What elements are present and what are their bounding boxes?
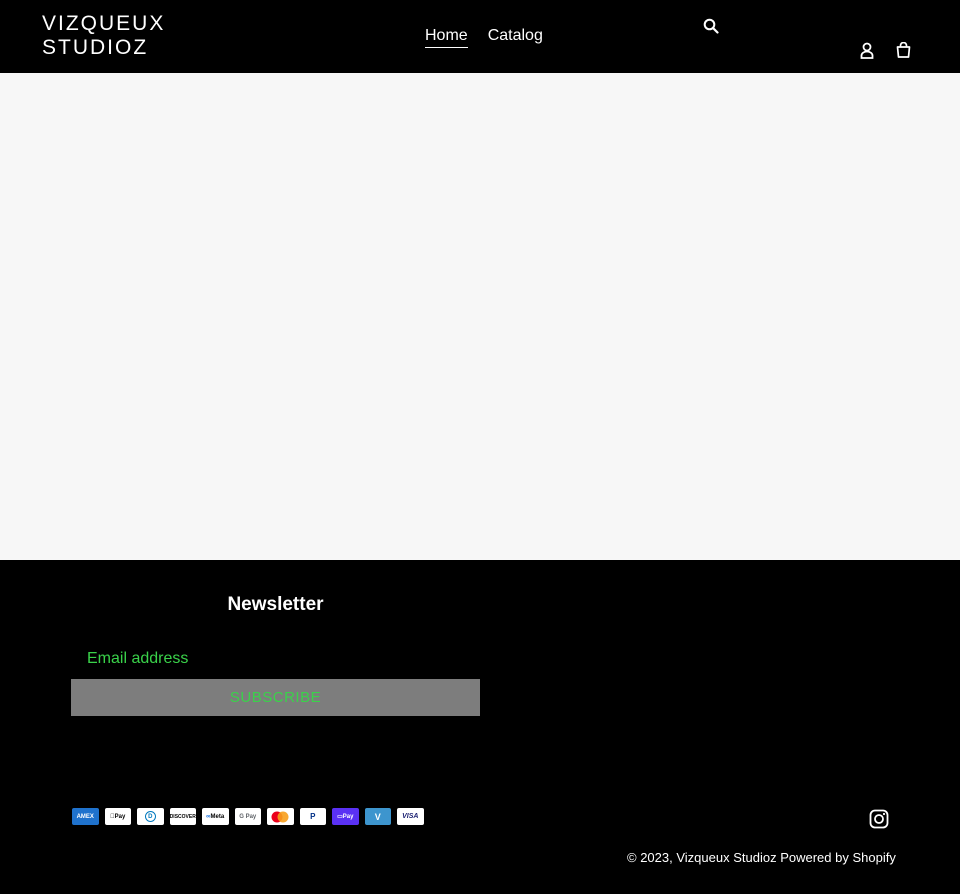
- logo-line-1: VIZQUEUX: [42, 12, 166, 35]
- cart-icon: [896, 42, 910, 58]
- visa-icon: VISA: [397, 808, 424, 825]
- user-icon: [860, 42, 874, 59]
- subscribe-button[interactable]: SUBSCRIBE: [71, 679, 480, 716]
- copyright-prefix: © 2023,: [627, 850, 673, 865]
- diners-club-icon: D: [137, 808, 164, 825]
- apple-pay-icon: Pay: [104, 808, 131, 825]
- nav-home-link[interactable]: Home: [425, 26, 468, 48]
- shop-pay-icon: ▭ Pay: [332, 808, 359, 825]
- meta-pay-icon: ∞ Meta: [202, 808, 229, 825]
- cart-button[interactable]: [893, 40, 913, 60]
- google-pay-icon: G Pay: [234, 808, 261, 825]
- instagram-icon: [869, 809, 889, 829]
- payment-icons: AMEX Pay D DISCOVER ∞Meta G Pay P ▭Pay …: [72, 808, 424, 825]
- powered-by-link[interactable]: Powered by Shopify: [780, 850, 896, 865]
- site-footer: Newsletter SUBSCRIBE AMEX Pay D DISCOVE…: [0, 560, 960, 894]
- shop-name-link[interactable]: Vizqueux Studioz: [676, 850, 776, 865]
- instagram-link[interactable]: [869, 809, 889, 829]
- mastercard-icon: [267, 808, 294, 825]
- search-icon: [703, 18, 719, 34]
- paypal-icon: P: [299, 808, 326, 825]
- logo-line-2: STUDIOZ: [42, 36, 149, 59]
- amex-icon: AMEX: [72, 808, 99, 825]
- newsletter-heading: Newsletter: [227, 594, 324, 615]
- main-nav: Home Catalog: [425, 26, 543, 48]
- account-button[interactable]: [857, 40, 877, 60]
- copyright-text: © 2023, Vizqueux Studioz Powered by Shop…: [627, 850, 896, 865]
- site-logo[interactable]: VIZQUEUX STUDIOZ: [42, 12, 182, 60]
- venmo-icon: V: [364, 808, 391, 825]
- nav-catalog-link[interactable]: Catalog: [488, 26, 543, 48]
- site-header: VIZQUEUX STUDIOZ Home Catalog: [0, 0, 960, 73]
- email-field[interactable]: [71, 642, 480, 676]
- search-button[interactable]: [701, 16, 721, 36]
- discover-icon: DISCOVER: [169, 808, 196, 825]
- main-content: [0, 73, 960, 560]
